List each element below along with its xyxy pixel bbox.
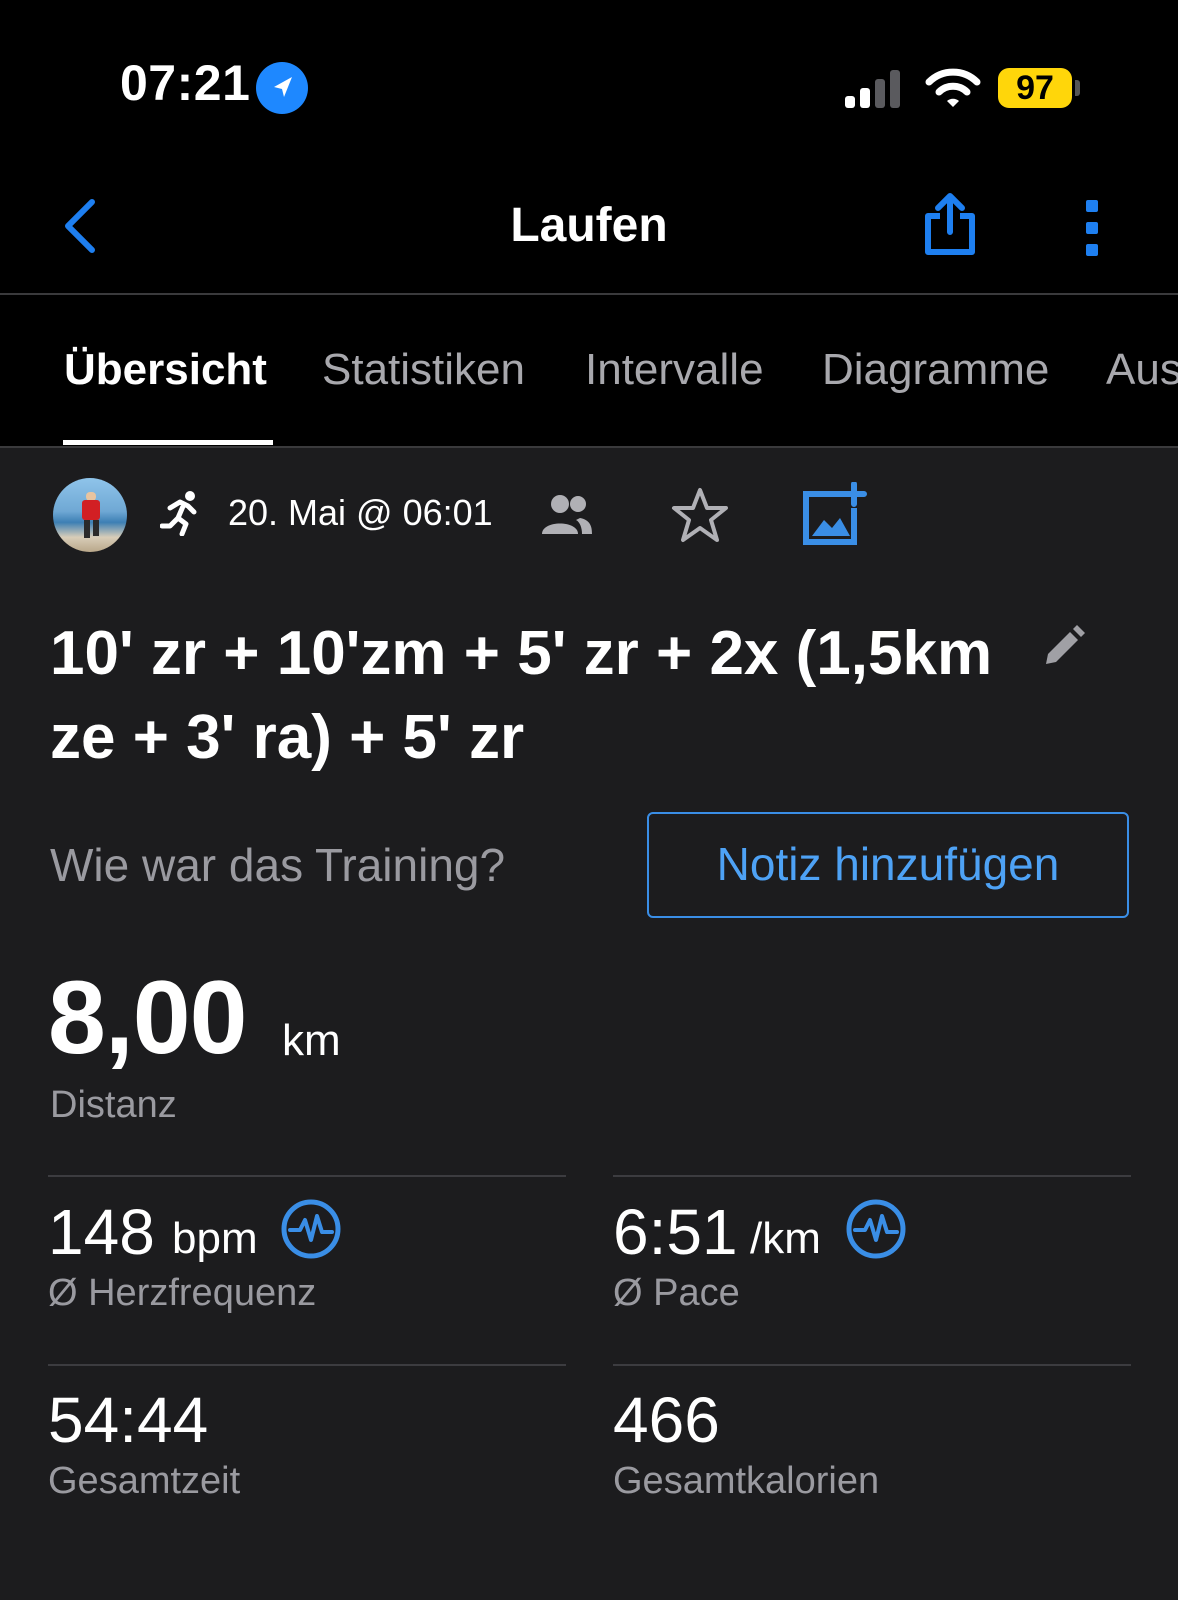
add-note-button[interactable]: Notiz hinzufügen xyxy=(647,812,1129,918)
pulse-icon[interactable] xyxy=(845,1198,907,1260)
total-time-label: Gesamtzeit xyxy=(48,1460,241,1502)
cellular-signal-icon xyxy=(845,70,903,110)
page-title: Laufen xyxy=(510,199,668,252)
edit-pencil-icon[interactable] xyxy=(1040,624,1086,670)
pace-label: Ø Pace xyxy=(613,1272,740,1314)
stat-divider xyxy=(48,1364,566,1366)
location-arrow-icon xyxy=(256,62,308,114)
tab-aus[interactable]: Aus xyxy=(1106,345,1178,395)
more-vertical-icon[interactable] xyxy=(1080,198,1104,258)
heart-rate-unit: bpm xyxy=(172,1214,258,1263)
stat-divider xyxy=(48,1175,566,1177)
tab-intervalle[interactable]: Intervalle xyxy=(585,345,764,395)
active-tab-indicator xyxy=(63,440,273,445)
distance-label: Distanz xyxy=(50,1084,177,1126)
activity-title: 10' zr + 10'zm + 5' zr + 2x (1,5km ze + … xyxy=(50,619,993,772)
stat-divider xyxy=(613,1175,1131,1177)
distance-value: 8,00 xyxy=(48,960,247,1076)
wifi-icon xyxy=(925,66,981,110)
activity-date: 20. Mai @ 06:01 xyxy=(228,492,493,533)
stat-divider xyxy=(613,1364,1131,1366)
distance-unit: km xyxy=(282,1016,341,1065)
tab-uebersicht[interactable]: Übersicht xyxy=(64,345,267,395)
calories-label: Gesamtkalorien xyxy=(613,1460,880,1502)
add-photo-icon[interactable] xyxy=(800,481,868,548)
calories-value: 466 xyxy=(613,1384,720,1456)
pace-unit: /km xyxy=(750,1214,821,1263)
total-time-value: 54:44 xyxy=(48,1384,209,1456)
pace-value: 6:51 xyxy=(613,1196,738,1268)
heart-rate-label: Ø Herzfrequenz xyxy=(48,1272,317,1314)
battery-icon: 97 xyxy=(998,68,1072,108)
tab-statistiken[interactable]: Statistiken xyxy=(322,345,525,395)
battery-tip xyxy=(1075,80,1080,96)
tab-bar: Übersicht Statistiken Intervalle Diagram… xyxy=(0,295,1178,447)
tab-diagramme[interactable]: Diagramme xyxy=(822,345,1049,395)
feedback-question: Wie war das Training? xyxy=(50,839,506,891)
pulse-icon[interactable] xyxy=(280,1198,342,1260)
people-icon[interactable] xyxy=(540,494,594,538)
status-time: 07:21 xyxy=(120,55,251,111)
avatar[interactable] xyxy=(53,478,127,552)
share-icon[interactable] xyxy=(920,192,980,258)
running-icon xyxy=(159,490,202,537)
star-icon[interactable] xyxy=(668,484,732,548)
heart-rate-value: 148 xyxy=(48,1196,155,1268)
